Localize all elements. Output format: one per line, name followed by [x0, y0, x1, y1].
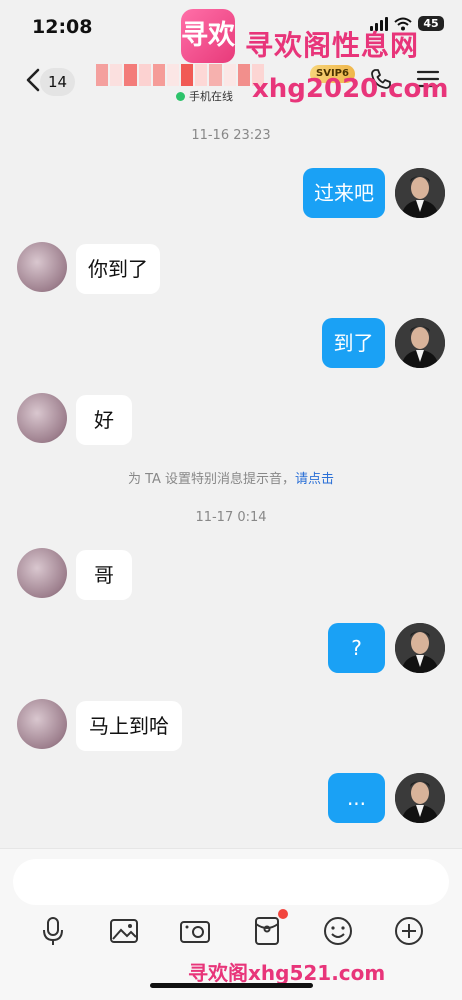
system-notice: 为 TA 设置特别消息提示音，请点击	[0, 468, 462, 487]
self-avatar-icon	[395, 623, 445, 673]
message-bubble-other[interactable]: 你到了	[76, 244, 160, 294]
message-bubble-self[interactable]: ?	[328, 623, 385, 673]
notice-sound-link[interactable]: 请点击	[295, 472, 334, 487]
image-icon[interactable]	[107, 914, 141, 948]
camera-icon[interactable]	[178, 914, 212, 948]
avatar[interactable]	[395, 318, 445, 368]
notification-dot	[278, 909, 288, 919]
message-input[interactable]	[13, 859, 449, 905]
message-bubble-self[interactable]: 到了	[322, 318, 385, 368]
message-bubble-self[interactable]: ...	[328, 773, 385, 823]
avatar[interactable]	[395, 168, 445, 218]
message-bubble-other[interactable]: 马上到哈	[76, 701, 182, 751]
chat-timestamp: 11-16 23:23	[191, 128, 271, 143]
home-indicator	[150, 983, 313, 988]
message-bubble-self[interactable]: 过来吧	[303, 168, 385, 218]
chat-timestamp: 11-17 0:14	[195, 510, 267, 525]
unread-count-badge[interactable]: 14	[40, 68, 76, 96]
avatar[interactable]	[17, 548, 67, 598]
watermark-url: xhg2020.com	[252, 74, 449, 104]
watermark-bottom: 寻欢阁xhg521.com	[188, 961, 386, 985]
avatar[interactable]	[17, 393, 67, 443]
avatar[interactable]	[395, 773, 445, 823]
emoji-icon[interactable]	[321, 914, 355, 948]
message-bubble-other[interactable]: 哥	[76, 550, 132, 600]
self-avatar-icon	[395, 168, 445, 218]
system-notice-text: 为 TA 设置特别消息提示音，	[127, 472, 296, 487]
message-bubble-other[interactable]: 好	[76, 395, 132, 445]
battery-icon: 45	[418, 16, 444, 31]
avatar[interactable]	[395, 623, 445, 673]
microphone-icon[interactable]	[36, 914, 70, 948]
self-avatar-icon	[395, 773, 445, 823]
watermark-title: 寻欢阁性息网	[245, 29, 420, 62]
avatar[interactable]	[17, 242, 67, 292]
avatar[interactable]	[17, 699, 67, 749]
online-status-label: 手机在线	[189, 90, 233, 103]
online-dot-icon	[176, 91, 185, 101]
status-time: 12:08	[32, 16, 93, 38]
self-avatar-icon	[395, 318, 445, 368]
contact-name-blurred	[96, 64, 265, 86]
watermark-logo: 寻欢	[181, 9, 235, 63]
red-packet-icon[interactable]	[250, 914, 284, 948]
plus-icon[interactable]	[392, 914, 426, 948]
online-status: 手机在线	[176, 88, 233, 104]
